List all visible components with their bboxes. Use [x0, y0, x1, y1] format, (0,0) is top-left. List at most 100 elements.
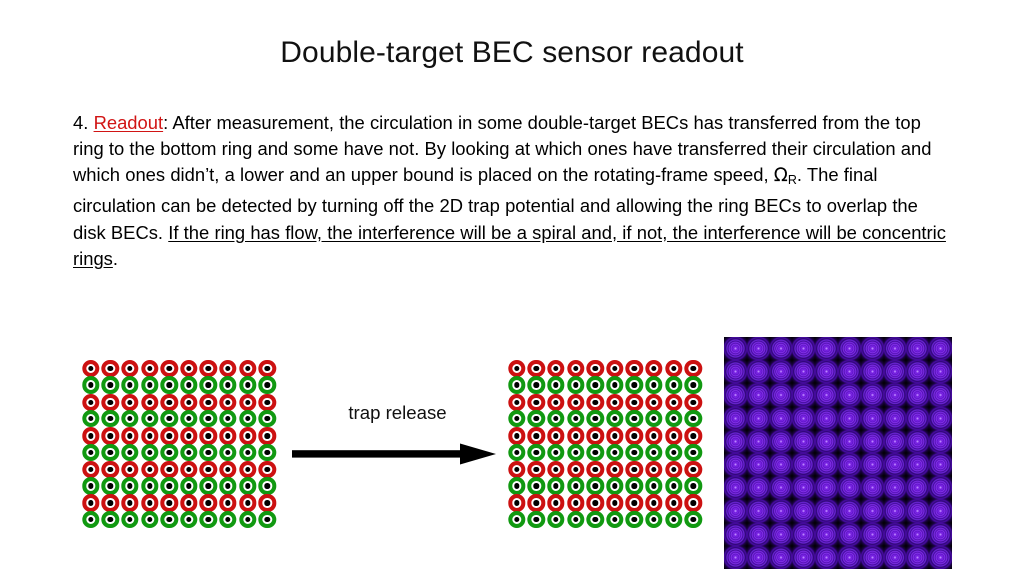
ring-core: [225, 433, 231, 439]
ring-core: [572, 449, 579, 455]
double-target-bec: [644, 360, 664, 394]
ring-core: [205, 516, 212, 523]
top-ring-bec: [180, 360, 198, 378]
ring-core: [592, 382, 598, 388]
ring-core: [572, 433, 579, 439]
bottom-ring-bec: [140, 477, 159, 495]
ring-core: [244, 399, 251, 405]
page-title: Double-target BEC sensor readout: [280, 36, 744, 69]
bottom-ring-bec: [586, 477, 604, 495]
ring-core: [553, 433, 559, 439]
interference-blob: [837, 360, 861, 384]
bottom-ring-bec: [684, 443, 702, 461]
ring-core: [146, 399, 153, 405]
bottom-ring-bec: [664, 409, 683, 428]
ring-core: [264, 516, 270, 523]
double-target-bec: [527, 360, 547, 394]
ring-core: [205, 433, 212, 439]
double-target-bec: [546, 393, 566, 428]
double-target-bec: [585, 494, 605, 529]
bottom-ring-bec: [219, 510, 237, 529]
interference-blob: [837, 499, 861, 523]
double-target-bec: [585, 393, 605, 428]
top-ring-bec: [121, 494, 139, 512]
interference-blob: [724, 453, 747, 477]
bottom-ring-bec: [527, 510, 546, 529]
ring-core: [244, 516, 251, 523]
bottom-ring-bec: [606, 477, 624, 495]
top-ring-bec: [547, 460, 565, 479]
bottom-ring-bec: [160, 477, 178, 495]
ring-core: [514, 449, 520, 455]
interference-blob: [746, 360, 770, 384]
interference-blob: [792, 383, 816, 407]
double-target-bec: [238, 427, 258, 461]
double-target-bec: [140, 360, 160, 394]
interference-blob: [769, 499, 793, 523]
ring-core: [244, 433, 251, 439]
double-target-bec: [140, 494, 160, 529]
top-ring-bec: [140, 360, 159, 378]
bottom-ring-bec: [219, 376, 237, 394]
interference-blob: [746, 545, 770, 569]
interference-blob: [929, 453, 952, 477]
bottom-ring-bec: [664, 376, 683, 394]
ring-core: [533, 366, 540, 372]
ring-core: [127, 382, 133, 388]
ring-core: [186, 466, 192, 473]
double-target-bec: [120, 494, 140, 529]
bottom-ring-bec: [160, 443, 178, 461]
ring-core: [127, 366, 133, 372]
ring-core: [690, 466, 696, 473]
ring-core: [533, 399, 540, 405]
interference-blob: [929, 522, 952, 546]
bottom-ring-bec: [547, 409, 565, 428]
double-target-bec: [101, 494, 121, 529]
ring-core: [670, 466, 677, 473]
interference-blob: [883, 406, 907, 430]
ring-core: [186, 366, 192, 372]
bottom-ring-bec: [258, 477, 276, 495]
top-ring-bec: [547, 393, 565, 411]
interference-blob: [724, 337, 747, 361]
double-target-bec: [546, 494, 566, 529]
double-target-bec: [644, 393, 664, 428]
top-ring-bec: [160, 494, 178, 512]
interference-blob: [883, 429, 907, 453]
top-ring-bec: [566, 393, 585, 411]
double-target-bec: [605, 360, 625, 394]
interference-blob: [837, 406, 861, 430]
ring-core: [592, 433, 598, 439]
interference-blob: [883, 476, 907, 500]
ring-core: [612, 449, 618, 455]
ring-core: [612, 366, 618, 372]
ring-core: [514, 516, 520, 523]
underlined-conclusion: If the ring has flow, the interference w…: [73, 221, 946, 269]
interference-blob: [929, 429, 952, 453]
ring-core: [166, 500, 172, 506]
top-ring-bec: [121, 427, 139, 445]
top-ring-bec: [238, 427, 257, 445]
double-target-bec: [527, 460, 547, 495]
ring-core: [205, 366, 212, 372]
bottom-ring-bec: [82, 443, 100, 461]
interference-blob: [792, 406, 816, 430]
ring-core: [244, 382, 251, 388]
bottom-ring-bec: [664, 443, 683, 461]
ring-core: [107, 500, 114, 506]
ring-core: [690, 500, 696, 506]
top-ring-bec: [160, 393, 178, 411]
ring-core: [244, 449, 251, 455]
interference-blob: [746, 453, 770, 477]
bottom-ring-bec: [684, 376, 702, 394]
ring-core: [670, 366, 677, 372]
double-target-bec: [664, 360, 684, 394]
double-target-bec: [140, 460, 160, 495]
ring-core: [572, 500, 579, 506]
bottom-ring-bec: [140, 510, 159, 529]
bottom-ring-bec: [566, 477, 585, 495]
bottom-ring-bec: [101, 510, 120, 529]
ring-core: [690, 516, 696, 523]
top-ring-bec: [527, 494, 546, 512]
ring-core: [186, 415, 192, 422]
